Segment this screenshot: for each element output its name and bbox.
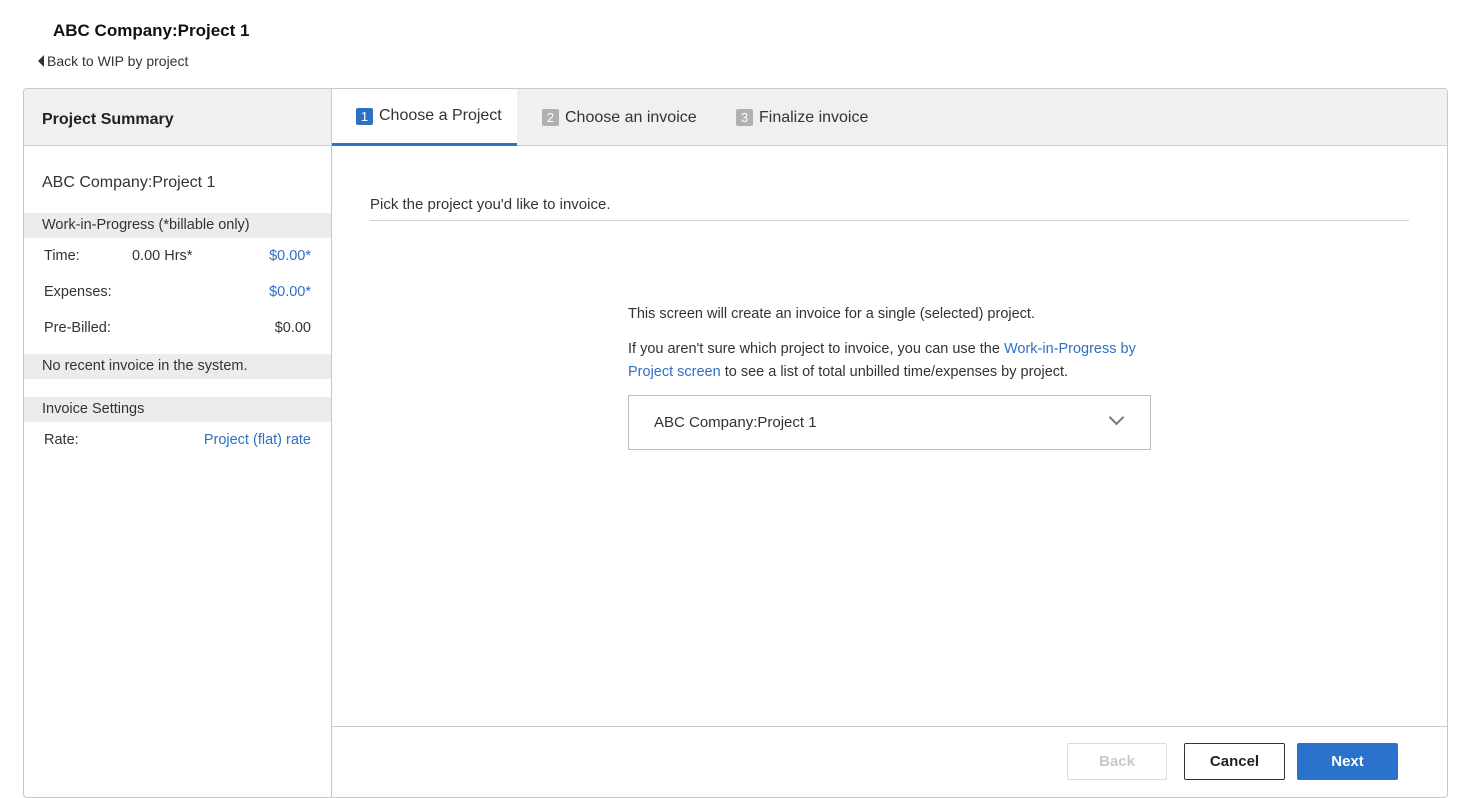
step-number-badge: 2 [542, 109, 559, 126]
cancel-button[interactable]: Cancel [1184, 743, 1285, 780]
info-line-2: If you aren't sure which project to invo… [628, 338, 1168, 384]
chevron-down-icon [1108, 409, 1125, 426]
back-link-label[interactable]: Back to WIP by project [47, 53, 188, 69]
back-to-wip-link[interactable]: Back to WIP by project [38, 53, 188, 69]
info-line-2-pre: If you aren't sure which project to invo… [628, 341, 1004, 357]
expenses-label: Expenses: [44, 284, 112, 300]
next-button[interactable]: Next [1297, 743, 1398, 780]
expenses-row: Expenses: $0.00* [24, 274, 331, 310]
expenses-amount-link[interactable]: $0.00* [269, 284, 311, 300]
info-line-1: This screen will create an invoice for a… [628, 306, 1035, 322]
time-hours: 0.00 Hrs* [132, 248, 193, 264]
tab-label: Choose an invoice [565, 108, 697, 126]
prebilled-row: Pre-Billed: $0.00 [24, 310, 331, 346]
back-button[interactable]: Back [1067, 743, 1167, 780]
caret-left-icon [38, 55, 44, 67]
pick-project-label: Pick the project you'd like to invoice. [370, 196, 1409, 221]
step-number-badge: 3 [736, 109, 753, 126]
rate-label: Rate: [44, 432, 79, 448]
prebilled-label: Pre-Billed: [44, 320, 111, 336]
wip-heading: Work-in-Progress (*billable only) [24, 213, 331, 238]
tab-choose-invoice[interactable]: 2 Choose an invoice [530, 89, 709, 146]
time-amount-link[interactable]: $0.00* [269, 248, 311, 264]
rate-row: Rate: Project (flat) rate [24, 422, 331, 458]
sidebar-project-name: ABC Company:Project 1 [42, 174, 216, 191]
project-select-value: ABC Company:Project 1 [654, 414, 817, 431]
sidebar-title: Project Summary [24, 89, 331, 146]
project-summary-sidebar: Project Summary ABC Company:Project 1 Wo… [24, 89, 332, 797]
tab-choose-project[interactable]: 1 Choose a Project [332, 89, 517, 146]
rate-value-link[interactable]: Project (flat) rate [204, 432, 311, 448]
time-row: Time: 0.00 Hrs* $0.00* [24, 238, 331, 274]
step-number-badge: 1 [356, 107, 373, 125]
tab-label: Finalize invoice [759, 108, 869, 126]
info-line-2-post: to see a list of total unbilled time/exp… [720, 364, 1069, 380]
wizard-footer: Back Cancel Next [332, 726, 1447, 797]
time-label: Time: [44, 248, 80, 264]
invoice-settings-heading: Invoice Settings [24, 397, 331, 422]
project-select[interactable]: ABC Company:Project 1 [628, 395, 1151, 450]
invoice-wizard-panel: Project Summary ABC Company:Project 1 Wo… [23, 88, 1448, 798]
tab-label: Choose a Project [379, 107, 502, 124]
page-title: ABC Company:Project 1 [53, 21, 250, 40]
recent-invoice-status: No recent invoice in the system. [24, 354, 331, 379]
wizard-steps: 1 Choose a Project 2 Choose an invoice 3… [332, 89, 1447, 146]
info-text: This screen will create an invoice for a… [628, 303, 1168, 396]
wizard-main: 1 Choose a Project 2 Choose an invoice 3… [332, 89, 1447, 797]
prebilled-amount: $0.00 [274, 320, 311, 336]
tab-finalize-invoice[interactable]: 3 Finalize invoice [724, 89, 880, 146]
